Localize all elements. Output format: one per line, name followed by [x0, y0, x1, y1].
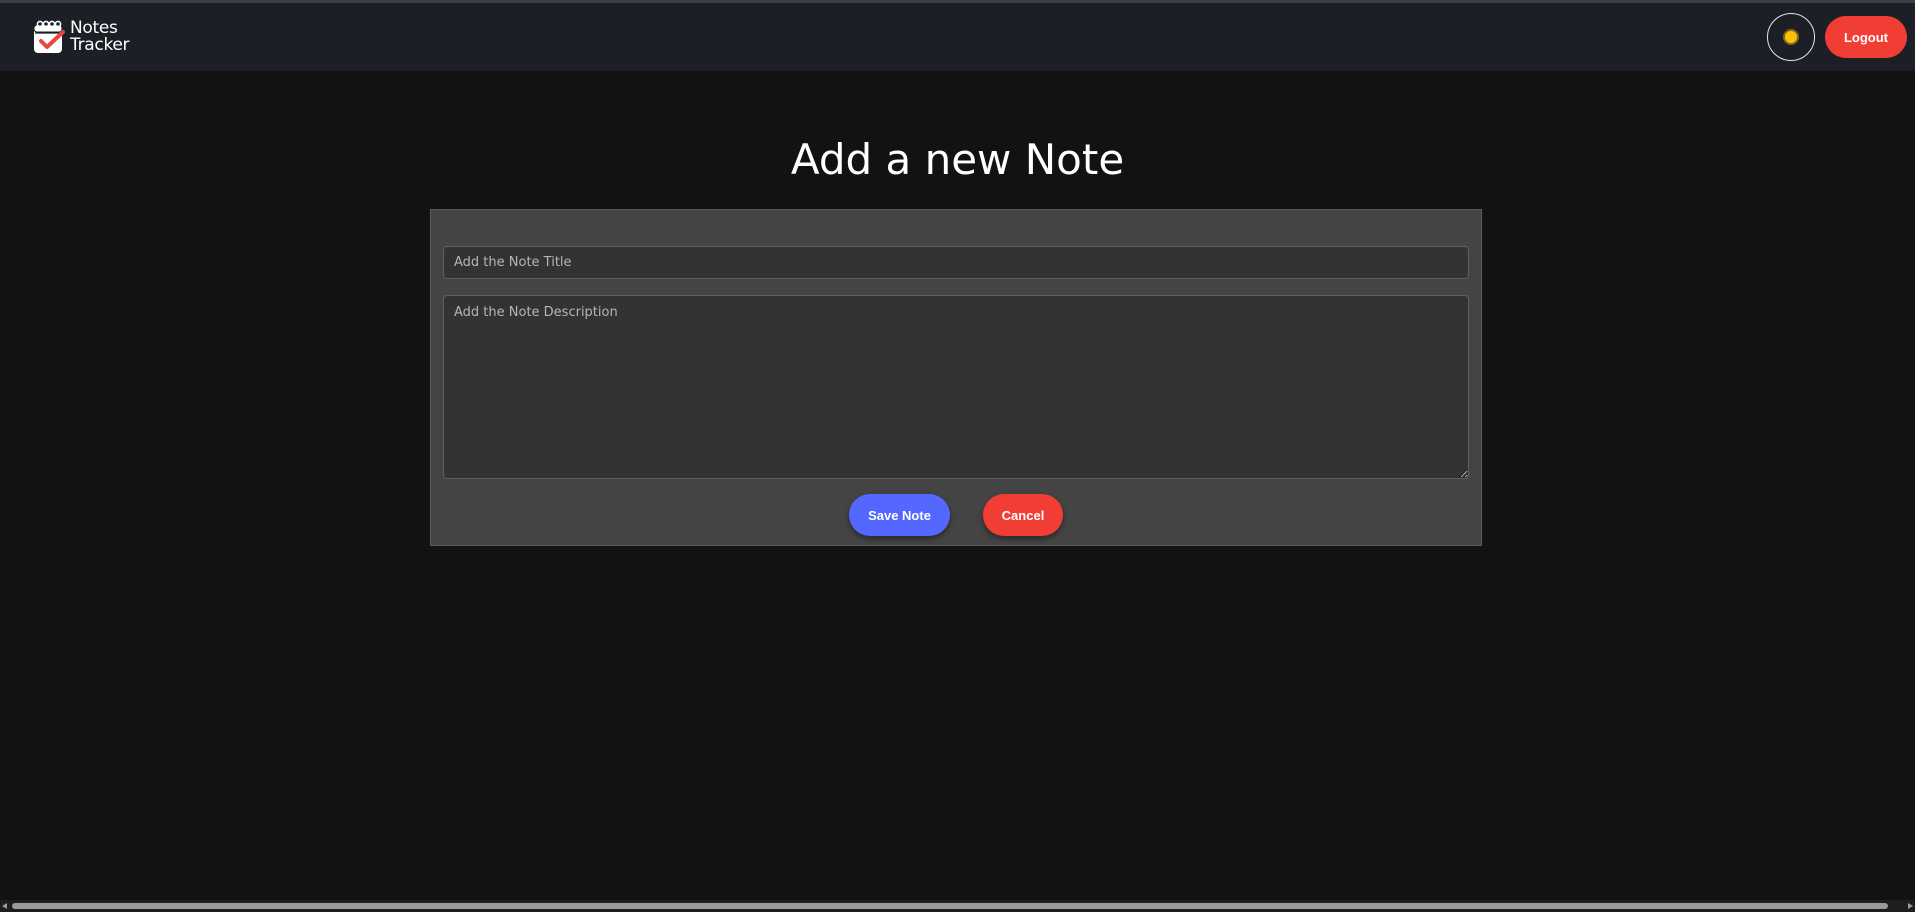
save-note-button[interactable]: Save Note	[849, 494, 950, 536]
logout-button[interactable]: Logout	[1824, 16, 1907, 58]
theme-toggle-button[interactable]	[1766, 13, 1815, 61]
scroll-left-arrow-icon[interactable]	[2, 903, 7, 909]
note-description-textarea[interactable]	[443, 295, 1469, 479]
add-note-form: Save Note Cancel	[430, 209, 1482, 546]
brand-line-2: Tracker	[70, 35, 130, 55]
note-title-input[interactable]	[443, 246, 1469, 279]
brand-link[interactable]: Notes Tracker	[32, 19, 130, 55]
navbar-actions: Logout	[1766, 13, 1907, 61]
sun-icon	[1784, 31, 1797, 43]
horizontal-scrollbar[interactable]	[0, 900, 1915, 912]
cancel-button[interactable]: Cancel	[983, 494, 1063, 536]
scroll-right-arrow-icon[interactable]	[1908, 903, 1913, 909]
scrollbar-thumb[interactable]	[12, 903, 1888, 909]
calendar-check-icon	[33, 20, 65, 53]
brand-name: Notes Tracker	[70, 20, 130, 55]
navbar: Notes Tracker Logout	[0, 3, 1915, 71]
page-title: Add a new Note	[790, 135, 1125, 184]
